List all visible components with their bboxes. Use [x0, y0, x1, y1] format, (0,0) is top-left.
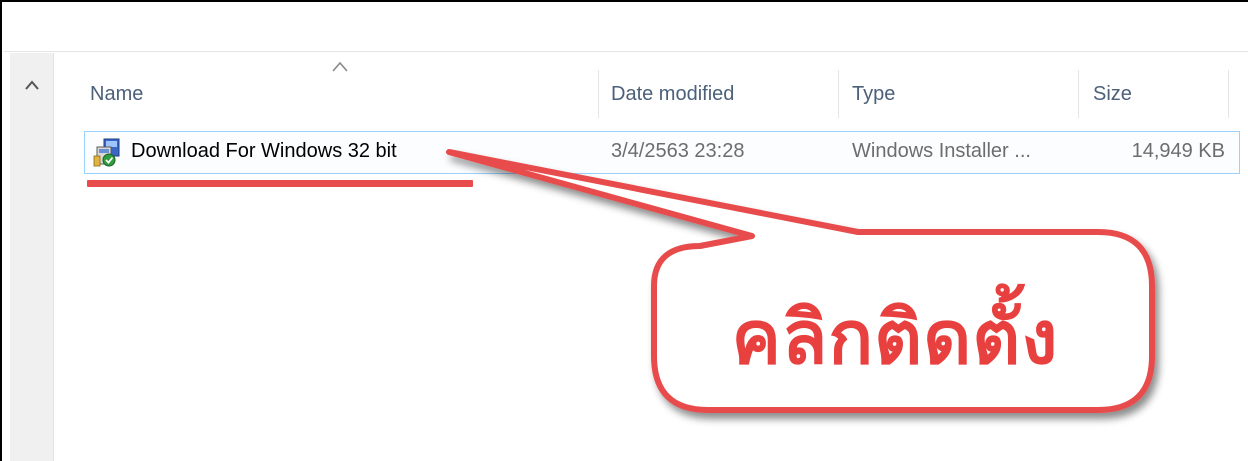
callout-label: คลิกติดตั้ง [731, 295, 1059, 381]
column-divider[interactable] [838, 70, 839, 118]
file-row[interactable]: Download For Windows 32 bit 3/4/2563 23:… [84, 131, 1240, 174]
navigation-pane [10, 53, 54, 461]
file-name: Download For Windows 32 bit [131, 140, 397, 162]
column-header-size-label: Size [1093, 82, 1132, 105]
column-header-type-label: Type [852, 82, 896, 105]
column-divider[interactable] [1228, 70, 1229, 118]
file-size: 14,949 KB [1131, 140, 1225, 162]
toolbar-area [4, 4, 1248, 52]
chevron-up-icon [25, 80, 39, 90]
file-date-modified: 3/4/2563 23:28 [611, 140, 745, 162]
highlight-underline [87, 180, 473, 187]
windows-installer-icon [93, 138, 120, 167]
column-divider[interactable] [1078, 70, 1079, 118]
column-header-date-label: Date modified [611, 82, 735, 105]
file-type: Windows Installer ... [852, 140, 1031, 162]
column-header-size[interactable]: Size [1093, 72, 1233, 116]
column-header-type[interactable]: Type [852, 72, 1076, 116]
column-header-name[interactable]: Name [90, 72, 596, 116]
scroll-up-button[interactable] [20, 75, 44, 95]
column-divider[interactable] [598, 70, 599, 118]
column-header-date-modified[interactable]: Date modified [611, 72, 835, 116]
column-header-name-label: Name [90, 82, 144, 105]
